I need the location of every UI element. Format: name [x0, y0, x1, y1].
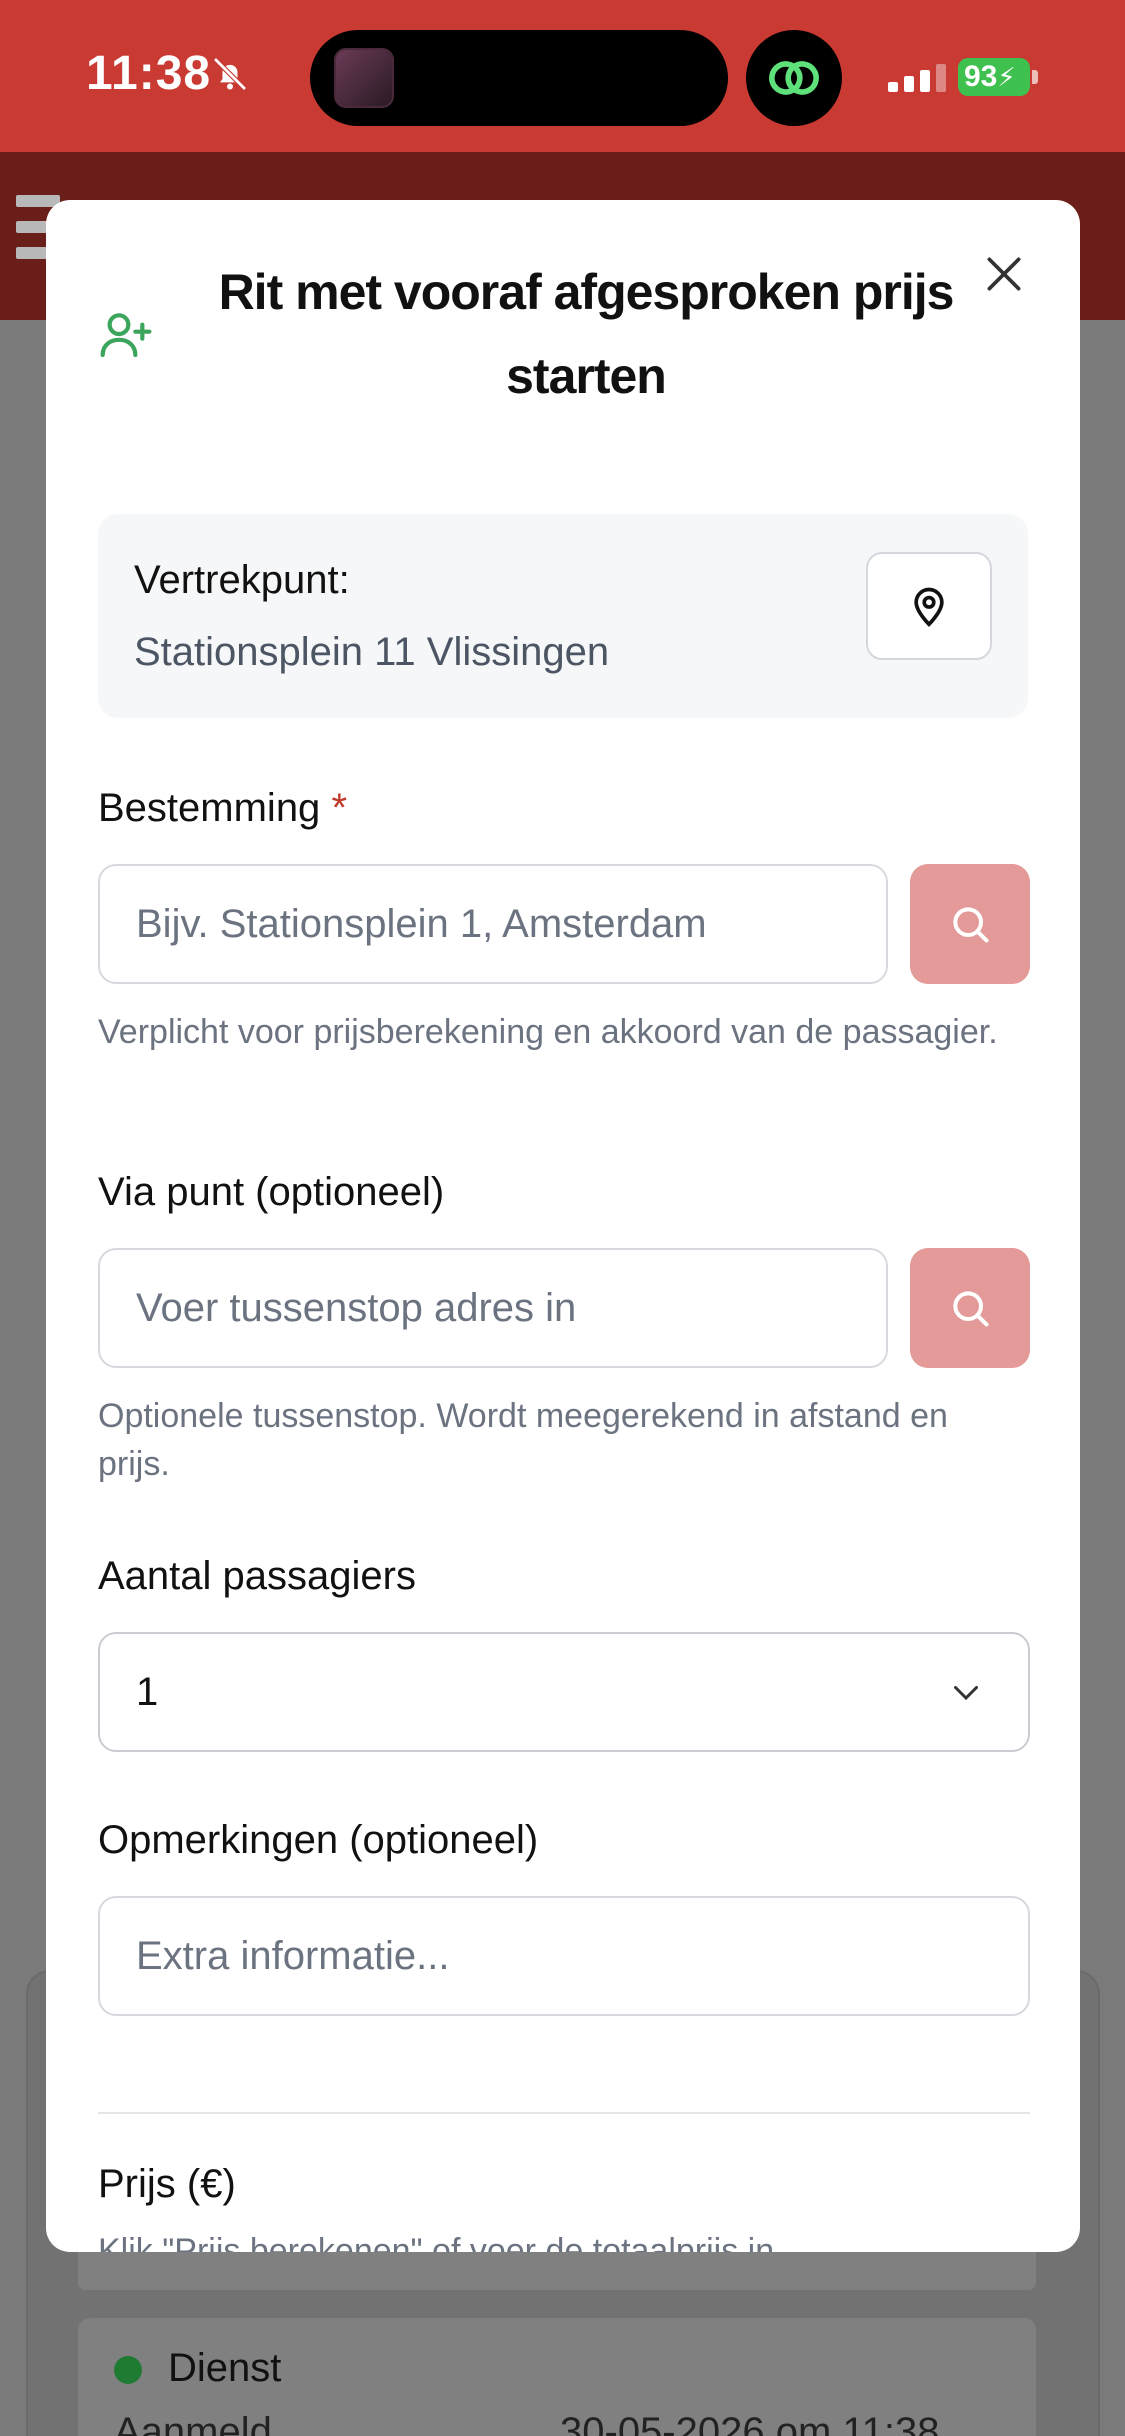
via-placeholder: Voer tussenstop adres in	[136, 1285, 577, 1330]
status-bar: 11:38 93 ⚡	[0, 0, 1125, 152]
required-mark: *	[331, 786, 348, 830]
signal-icon	[888, 64, 946, 92]
destination-label-text: Bestemming	[98, 786, 321, 830]
registered-label: Aanmeld	[114, 2410, 272, 2436]
search-icon	[953, 907, 989, 943]
passengers-label: Aantal passagiers	[98, 1554, 416, 1598]
remarks-input[interactable]: Extra informatie...	[98, 1896, 1030, 2016]
start-ride-modal: Rit met vooraf afgesproken prijs starten…	[46, 200, 1080, 2252]
price-hint: Klik "Prijs berekenen" of voer de totaal…	[98, 2232, 775, 2252]
service-label: Dienst	[168, 2346, 282, 2390]
via-search-button[interactable]	[910, 1248, 1030, 1368]
origin-label: Vertrekpunt:	[134, 558, 350, 602]
battery-tip	[1032, 70, 1038, 84]
destination-hint: Verplicht voor prijsberekening en akkoor…	[98, 1013, 998, 1051]
passengers-value: 1	[136, 1669, 159, 1714]
media-thumbnail	[334, 48, 394, 108]
battery-level: 93	[964, 60, 998, 93]
dynamic-island	[310, 30, 728, 126]
destination-label: Bestemming *	[98, 786, 347, 831]
modal-title: Rit met vooraf afgesproken prijs starten	[218, 264, 955, 404]
search-icon	[953, 1291, 989, 1327]
status-dot-icon	[114, 2356, 142, 2384]
status-time: 11:38	[86, 47, 212, 100]
link-icon	[746, 30, 842, 126]
destination-input[interactable]: Bijv. Stationsplein 1, Amsterdam	[98, 864, 888, 984]
remarks-label: Opmerkingen (optioneel)	[98, 1818, 539, 1862]
passengers-select[interactable]: 1	[98, 1632, 1030, 1752]
map-pin-icon	[914, 587, 944, 627]
via-input[interactable]: Voer tussenstop adres in	[98, 1248, 888, 1368]
destination-placeholder: Bijv. Stationsplein 1, Amsterdam	[136, 901, 707, 946]
registered-date: 30-05-2026 om 11:38	[560, 2410, 940, 2436]
origin-box: Vertrekpunt: Stationsplein 11 Vlissingen	[98, 514, 1028, 718]
remarks-placeholder: Extra informatie...	[136, 1933, 450, 1978]
battery-icon: 93 ⚡	[958, 58, 1030, 96]
via-hint: Optionele tussenstop. Wordt meegerekend …	[98, 1397, 948, 1483]
add-user-icon	[100, 313, 152, 358]
destination-search-button[interactable]	[910, 864, 1030, 984]
close-icon[interactable]	[982, 252, 1026, 296]
via-label: Via punt (optioneel)	[98, 1170, 445, 1214]
price-label: Prijs (€)	[98, 2162, 236, 2206]
bell-muted-icon	[213, 57, 247, 91]
origin-value: Stationsplein 11 Vlissingen	[134, 630, 610, 674]
chevron-down-icon	[954, 1686, 978, 1701]
divider	[98, 2112, 1030, 2114]
origin-location-button[interactable]	[866, 552, 992, 660]
